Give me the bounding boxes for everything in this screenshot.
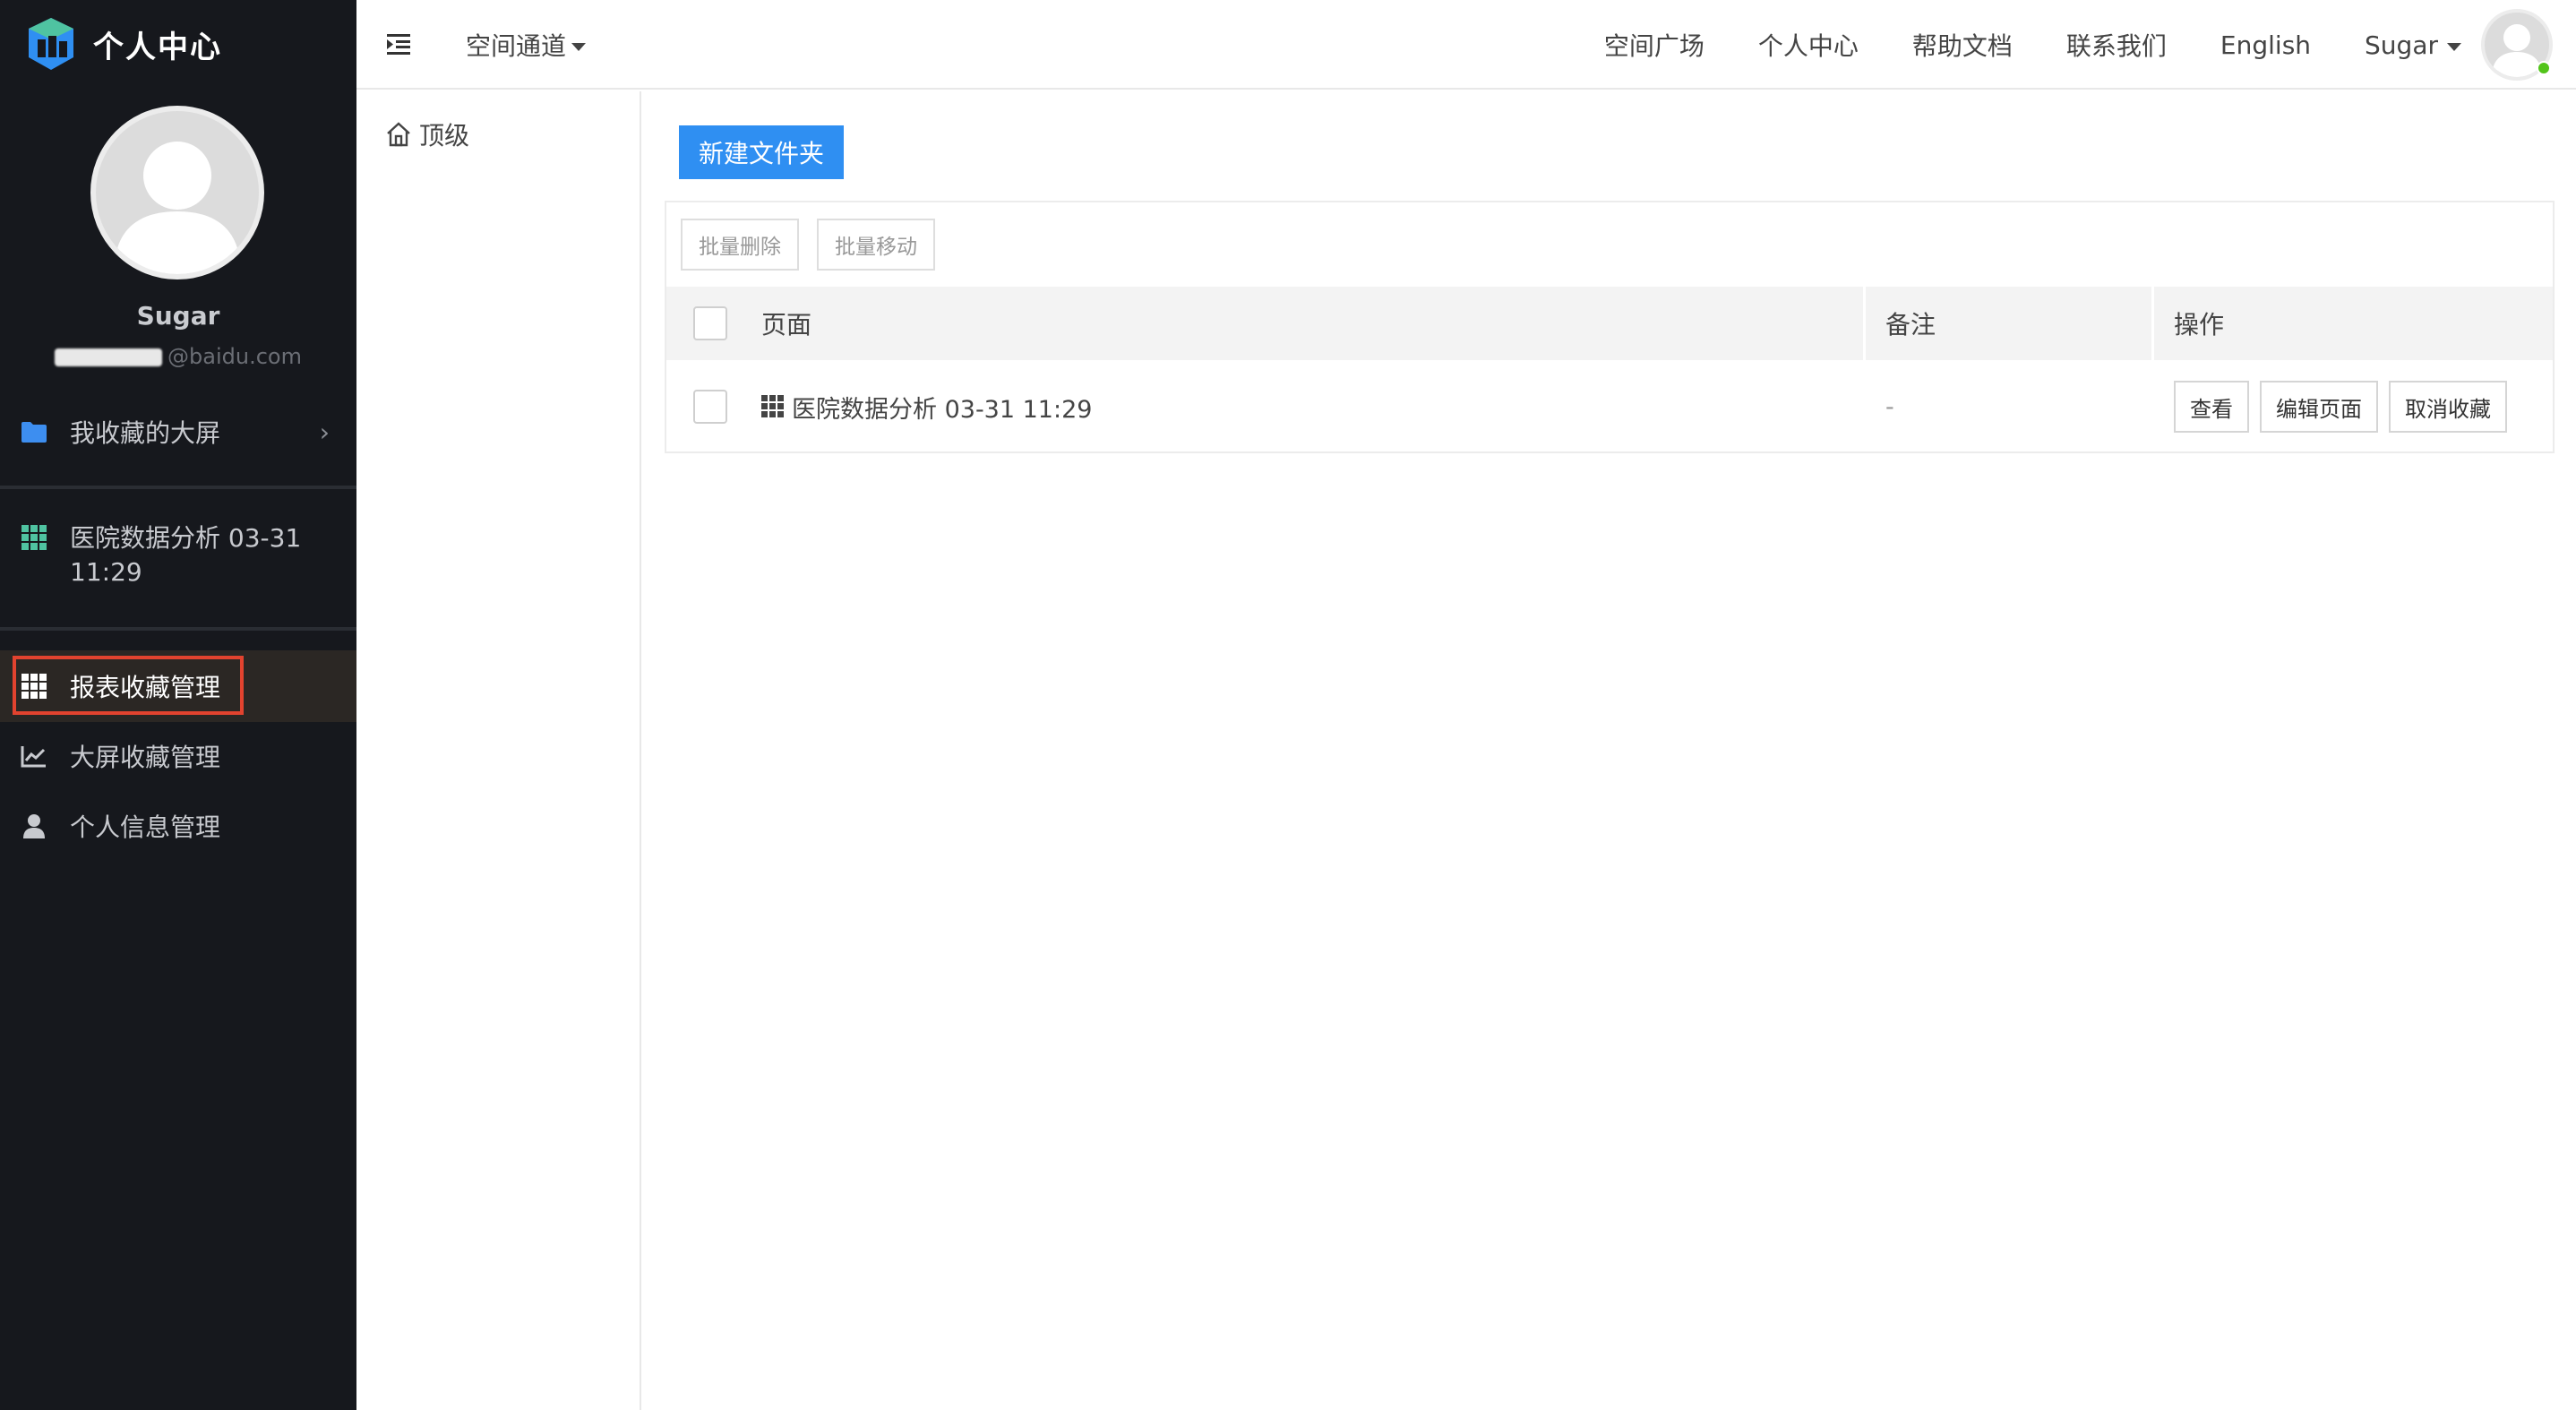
row-cell-actions: 查看 编辑页面 取消收藏	[2151, 360, 2553, 453]
sidebar: 个人中心 Sugar @baidu.com 我收藏的大屏 › 医院数据分析 03…	[0, 0, 356, 1410]
main-content: 新建文件夹 批量删除 批量移动 页面 备注 操作 医院数据分析 03-31 11…	[643, 91, 2576, 1410]
row-cell-note: -	[1885, 392, 1894, 421]
table-row: 医院数据分析 03-31 11:29 - 查看 编辑页面 取消收藏	[666, 360, 2553, 453]
sidebar-item-profile[interactable]: 个人信息管理	[0, 799, 356, 853]
grid-icon	[20, 523, 48, 552]
select-all-checkbox[interactable]	[693, 306, 727, 340]
user-silhouette-icon	[114, 142, 241, 274]
avatar[interactable]	[90, 106, 264, 279]
column-header-actions: 操作	[2151, 287, 2553, 360]
row-cell-select	[666, 360, 754, 453]
sidebar-item-label: 大屏收藏管理	[70, 743, 221, 772]
sidebar-item-favorite-screens[interactable]: 我收藏的大屏 ›	[0, 405, 356, 459]
table-header: 页面 备注 操作	[666, 287, 2553, 360]
online-status-dot	[2537, 61, 2551, 75]
view-button[interactable]: 查看	[2174, 381, 2249, 433]
edit-page-button[interactable]: 编辑页面	[2260, 381, 2378, 433]
highlight-outline	[13, 656, 244, 715]
bulk-delete-button[interactable]: 批量删除	[681, 219, 799, 271]
user-icon	[20, 812, 48, 840]
caret-down-icon	[571, 42, 587, 51]
header-cell-select	[666, 287, 754, 360]
chevron-right-icon: ›	[319, 417, 330, 447]
new-folder-button[interactable]: 新建文件夹	[679, 125, 844, 179]
home-icon	[387, 122, 410, 147]
sidebar-item-label: 个人信息管理	[70, 812, 221, 842]
caret-down-icon	[2447, 42, 2461, 51]
menu-collapse-icon[interactable]	[385, 30, 412, 57]
space-dropdown[interactable]: 空间通道	[466, 27, 587, 63]
divider	[0, 486, 356, 489]
unfavorite-button[interactable]: 取消收藏	[2389, 381, 2507, 433]
nav-link-personal-center[interactable]: 个人中心	[1758, 27, 1859, 63]
header-avatar[interactable]	[2481, 9, 2553, 81]
divider	[0, 627, 356, 631]
row-checkbox[interactable]	[693, 390, 727, 424]
nav-link-help-docs[interactable]: 帮助文档	[1912, 27, 2013, 63]
sidebar-item-label: 我收藏的大屏	[70, 418, 221, 448]
folder-tree: 顶级	[356, 91, 641, 1410]
nav-link-contact-us[interactable]: 联系我们	[2066, 27, 2167, 63]
top-header: 空间通道 空间广场 个人中心 帮助文档 联系我们 English Sugar	[356, 0, 2576, 90]
folder-root[interactable]: 顶级	[385, 116, 469, 152]
grid-icon	[761, 395, 784, 417]
user-email: @baidu.com	[0, 344, 356, 369]
redacted-text	[55, 348, 163, 366]
language-switch-link[interactable]: English	[2220, 30, 2311, 60]
sidebar-item-favorite[interactable]: 医院数据分析 03-31 11:29	[0, 521, 356, 602]
sidebar-item-report-favorites[interactable]: 报表收藏管理	[0, 650, 356, 722]
brand[interactable]: 个人中心	[25, 13, 222, 75]
user-menu-dropdown[interactable]: Sugar	[2365, 30, 2461, 60]
user-name: Sugar	[136, 301, 220, 331]
top-nav: 空间广场 个人中心 帮助文档 联系我们 English Sugar	[1604, 0, 2576, 90]
bulk-move-button[interactable]: 批量移动	[817, 219, 935, 271]
favorites-table: 批量删除 批量移动 页面 备注 操作 医院数据分析 03-31 11:29 - …	[665, 201, 2555, 453]
logo-icon	[29, 18, 73, 70]
bulk-actions: 批量删除 批量移动	[681, 219, 953, 271]
row-cell-page[interactable]: 医院数据分析 03-31 11:29	[754, 360, 1863, 453]
line-chart-icon	[20, 742, 48, 770]
sidebar-item-label: 医院数据分析 03-31 11:29	[70, 523, 302, 587]
sidebar-item-screen-favorites[interactable]: 大屏收藏管理	[0, 729, 356, 783]
column-header-page: 页面	[761, 310, 812, 340]
nav-link-space-square[interactable]: 空间广场	[1604, 27, 1704, 63]
app-title: 个人中心	[93, 29, 222, 65]
column-header-note: 备注	[1863, 287, 2151, 360]
folder-icon	[20, 417, 48, 446]
